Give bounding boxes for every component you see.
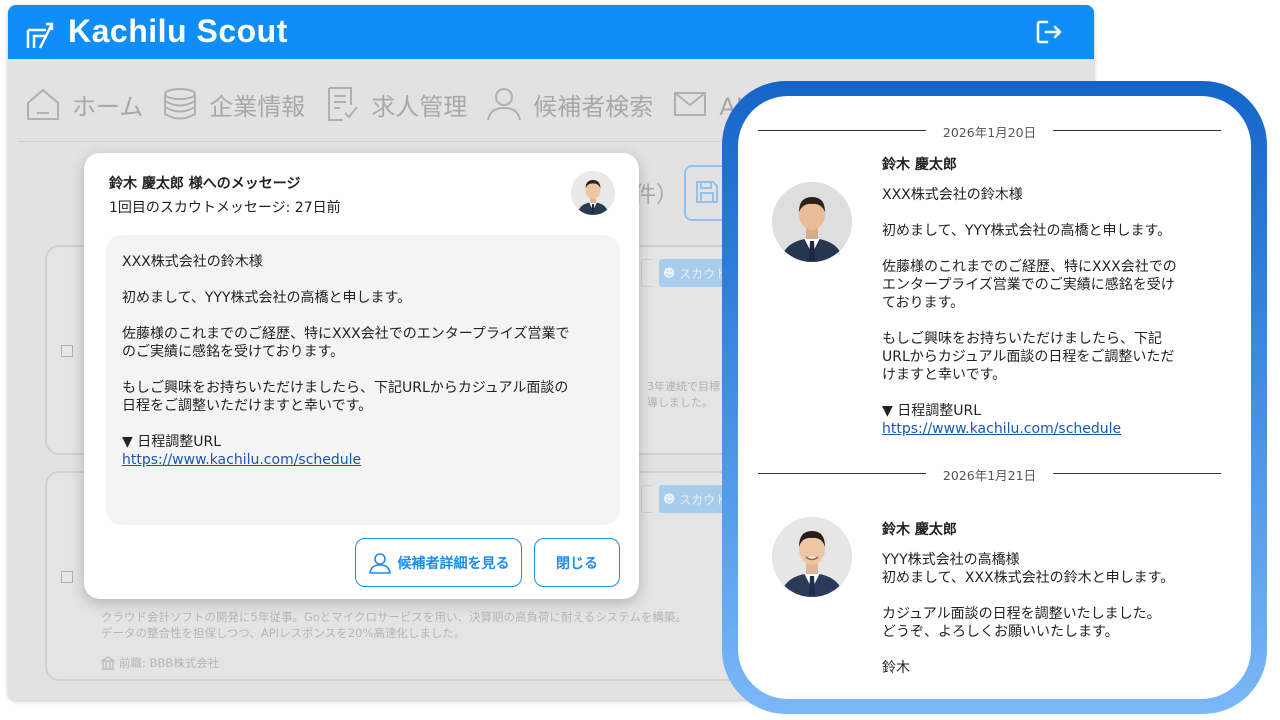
chat-panel: 2026年1月20日 鈴木 慶太郎 XXX株式会社の鈴木様 初めまして、YYY株…: [738, 96, 1251, 699]
date-label: 2026年1月20日: [942, 125, 1037, 140]
message-paragraph: もしご興味をお持ちいただけましたら、下記 URLからカジュアル面談の日程をご調整い…: [882, 330, 1212, 384]
message-line: 初めまして、XXX株式会社の鈴木と申します。: [882, 570, 1175, 586]
message-line: もしご興味をお持ちいただけましたら、下記: [882, 331, 1162, 347]
message-line: YYY株式会社の高橋様: [882, 552, 1020, 568]
message-modal: 鈴木 慶太郎 様へのメッセージ 1回目のスカウトメッセージ: 27日前 XXX株…: [84, 153, 639, 599]
scout-label: スカウト: [679, 492, 728, 507]
candidate-experience: クラウド会計ソフトの開発に5年従事。Goとマイクロサービスを用い、決算期の高負荷…: [101, 609, 741, 641]
candidate-checkbox[interactable]: [61, 571, 73, 583]
card-note: 3年連続で目標 導しました。: [647, 379, 720, 411]
mail-icon: [674, 92, 707, 116]
sender-name: 鈴木 慶太郎: [882, 522, 957, 538]
nav-label: 候補者検索: [533, 92, 654, 121]
message-line: 佐藤様のこれまでのご経歴、特にXXX会社での: [882, 259, 1177, 275]
chat-message: 鈴木 慶太郎 YYY株式会社の高橋様初めまして、XXX株式会社の鈴木と申します。…: [882, 521, 1212, 677]
message-line: カジュアル面談の日程を調整いたしました。: [882, 606, 1161, 622]
date-label: 2026年1月21日: [942, 468, 1037, 483]
message-intro: 初めまして、YYY株式会社の高橋と申します。: [882, 223, 1172, 239]
message-line: どうぞ、よろしくお願いいたします。: [882, 624, 1119, 640]
message-paragraph: もしご興味をお持ちいただけましたら、下記URLからカジュアル面談の日程をご調整い…: [122, 379, 604, 415]
nav-item-candidates[interactable]: 候補者検索: [485, 85, 653, 123]
close-button[interactable]: 閉じる: [534, 538, 620, 587]
scout-button[interactable]: ☻ スカウト: [659, 485, 731, 513]
divider: [1053, 130, 1221, 131]
message-paragraph: カジュアル面談の日程を調整いたしました。 どうぞ、よろしくお願いいたします。: [882, 605, 1212, 641]
url-label: ▼ 日程調整URL: [122, 434, 221, 450]
avatar: [772, 517, 852, 597]
nav-label: 求人管理: [371, 92, 468, 121]
card-action-button[interactable]: [641, 259, 653, 287]
chat-message: 鈴木 慶太郎 XXX株式会社の鈴木様 初めまして、YYY株式会社の高橋と申します…: [882, 156, 1212, 438]
experience-line: データの整合性を担保しつつ、APIレスポンスを20%高速化しました。: [101, 626, 466, 640]
message-greeting: XXX株式会社の鈴木様: [882, 187, 1023, 203]
message-line: のご実績に感銘を受けております。: [122, 344, 345, 360]
sender-name: 鈴木 慶太郎: [882, 157, 957, 173]
app-title: Kachilu Scout: [68, 13, 288, 49]
logo-icon: [26, 22, 54, 49]
nav-label: ホーム: [72, 92, 144, 121]
save-icon: [696, 181, 718, 203]
candidate-checkbox[interactable]: [61, 345, 73, 357]
card-note-line: 3年連続で目標: [647, 380, 720, 393]
app-header: Kachilu Scout: [8, 5, 1094, 59]
chat-frame: 2026年1月20日 鈴木 慶太郎 XXX株式会社の鈴木様 初めまして、YYY株…: [722, 81, 1267, 714]
date-separator: 2026年1月21日: [758, 464, 1221, 484]
modal-title: 鈴木 慶太郎 様へのメッセージ: [109, 176, 301, 192]
message-paragraph: 佐藤様のこれまでのご経歴、特にXXX会社でのエンタープライズ営業でのご実績に感銘…: [882, 258, 1212, 312]
previous-company: 前職: BBB株式会社: [101, 655, 219, 671]
view-candidate-label: 候補者詳細を見る: [397, 555, 510, 572]
message-line: エンタープライズ営業でのご実績に感銘を受け: [882, 277, 1175, 293]
user-icon: ☻: [662, 492, 676, 506]
nav-item-company[interactable]: 企業情報: [161, 85, 305, 123]
modal-subtitle: 1回目のスカウトメッセージ: 27日前: [109, 200, 341, 216]
divider: [1053, 473, 1221, 474]
avatar: [571, 171, 615, 215]
avatar: [772, 182, 852, 262]
nav-label: 企業情報: [209, 92, 306, 121]
avatar-image: [571, 171, 615, 215]
database-icon: [164, 88, 197, 120]
user-icon: ☻: [662, 266, 676, 280]
message-line: 佐藤様のこれまでのご経歴、特にXXX会社でのエンタープライズ営業で: [122, 326, 570, 342]
scout-button[interactable]: ☻ スカウト: [659, 259, 731, 287]
message-paragraph: 佐藤様のこれまでのご経歴、特にXXX会社でのエンタープライズ営業でのご実績に感銘…: [122, 325, 604, 361]
schedule-link[interactable]: https://www.kachilu.com/schedule: [122, 452, 361, 468]
message-intro: 初めまして、YYY株式会社の高橋と申します。: [122, 290, 412, 306]
person-icon: [487, 88, 522, 121]
message-signature: 鈴木: [882, 660, 910, 676]
previous-company-text: 前職: BBB株式会社: [119, 656, 220, 670]
main-nav: ホーム 企業情報 求人管理 候補者検索 AIス: [24, 85, 785, 123]
result-count: 件）: [634, 183, 679, 208]
view-candidate-button[interactable]: 候補者詳細を見る: [355, 538, 522, 587]
nav-item-jobs[interactable]: 求人管理: [323, 85, 467, 123]
message-body: XXX株式会社の鈴木様 初めまして、YYY株式会社の高橋と申します。 佐藤様のこ…: [106, 235, 620, 525]
schedule-link[interactable]: https://www.kachilu.com/schedule: [882, 421, 1121, 437]
avatar-image: [772, 182, 852, 262]
message-line: URLからカジュアル面談の日程をご調整いただ: [882, 349, 1175, 365]
date-separator: 2026年1月20日: [758, 121, 1221, 141]
message-line: 日程をご調整いただけますと幸いです。: [122, 398, 373, 414]
card-action-button[interactable]: [641, 485, 653, 513]
person-icon: [368, 552, 391, 574]
building-icon: [101, 656, 115, 670]
experience-line: クラウド会計ソフトの開発に5年従事。Goとマイクロサービスを用い、決算期の高負荷…: [101, 610, 687, 624]
message-paragraph: YYY株式会社の高橋様初めまして、XXX株式会社の鈴木と申します。: [882, 551, 1212, 587]
card-note-line: 導しました。: [647, 396, 713, 409]
logout-icon[interactable]: [1034, 17, 1064, 47]
avatar-image: [772, 517, 852, 597]
message-line: ております。: [882, 295, 965, 311]
url-label: ▼ 日程調整URL: [882, 403, 981, 419]
message-line: けますと幸いです。: [882, 367, 1007, 383]
message-greeting: XXX株式会社の鈴木様: [122, 254, 263, 270]
nav-item-home[interactable]: ホーム: [24, 85, 143, 123]
scout-label: スカウト: [679, 266, 728, 281]
home-icon: [27, 88, 59, 120]
document-check-icon: [328, 87, 359, 121]
message-line: もしご興味をお持ちいただけましたら、下記URLからカジュアル面談の: [122, 380, 569, 396]
